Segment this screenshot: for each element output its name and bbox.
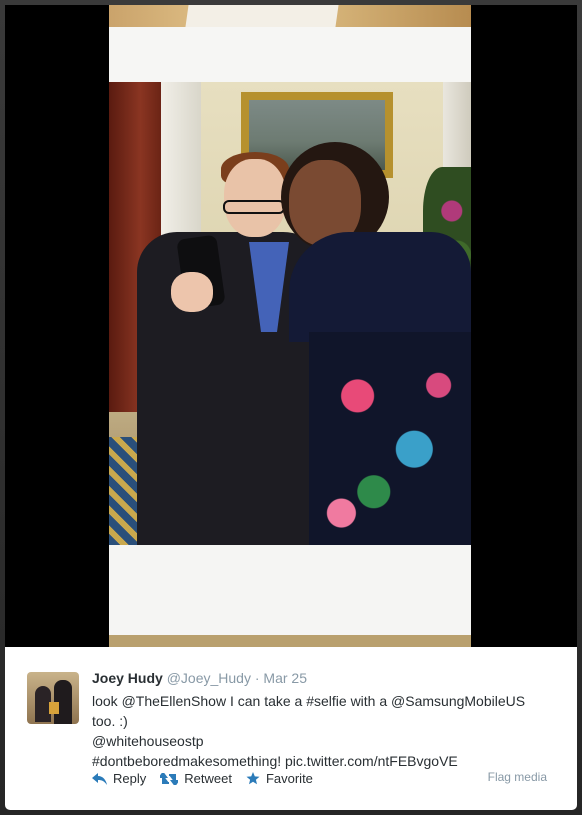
photo-scene bbox=[109, 82, 471, 545]
separator: · bbox=[254, 670, 260, 686]
tweet-photo[interactable] bbox=[109, 5, 471, 647]
tweet-header: Joey Hudy @Joey_Hudy · Mar 25 bbox=[92, 670, 307, 686]
retweet-button[interactable]: Retweet bbox=[160, 771, 232, 786]
tweet-text-line[interactable]: @whitehouseostp bbox=[92, 731, 562, 751]
reply-icon bbox=[92, 772, 107, 785]
tweet-text: look @TheEllenShow I can take a #selfie … bbox=[92, 691, 562, 771]
reply-button[interactable]: Reply bbox=[92, 771, 146, 786]
photo-frame-top bbox=[109, 27, 471, 82]
flag-media-link[interactable]: Flag media bbox=[488, 770, 547, 784]
photo-glasses bbox=[223, 200, 285, 214]
photo-hand bbox=[171, 272, 213, 312]
display-name[interactable]: Joey Hudy bbox=[92, 670, 163, 686]
photo-frame-bottom bbox=[109, 545, 471, 635]
tweet-text-line: too. :) bbox=[92, 713, 128, 729]
tweet-text-line[interactable]: #dontbeboredmakesomething! pic.twitter.c… bbox=[92, 751, 562, 771]
photo-boy-face bbox=[224, 159, 286, 237]
photo-dress-top bbox=[289, 232, 471, 342]
photo-card-corner bbox=[185, 5, 339, 27]
star-icon bbox=[246, 772, 260, 785]
photo-dress-skirt bbox=[309, 332, 471, 545]
avatar[interactable] bbox=[27, 672, 79, 724]
retweet-label: Retweet bbox=[184, 771, 232, 786]
tweet-actions: Reply Retweet Favorite bbox=[92, 771, 313, 786]
favorite-label: Favorite bbox=[265, 771, 313, 786]
favorite-button[interactable]: Favorite bbox=[246, 771, 313, 786]
handle[interactable]: @Joey_Hudy bbox=[167, 670, 251, 686]
tweet-text-line: look @TheEllenShow I can take a #selfie … bbox=[92, 693, 526, 709]
reply-label: Reply bbox=[113, 771, 147, 786]
photo-bottom-edge bbox=[109, 635, 471, 647]
tweet-card: Joey Hudy @Joey_Hudy · Mar 25 look @TheE… bbox=[5, 647, 577, 810]
retweet-icon bbox=[160, 772, 179, 785]
timestamp[interactable]: Mar 25 bbox=[263, 670, 307, 686]
